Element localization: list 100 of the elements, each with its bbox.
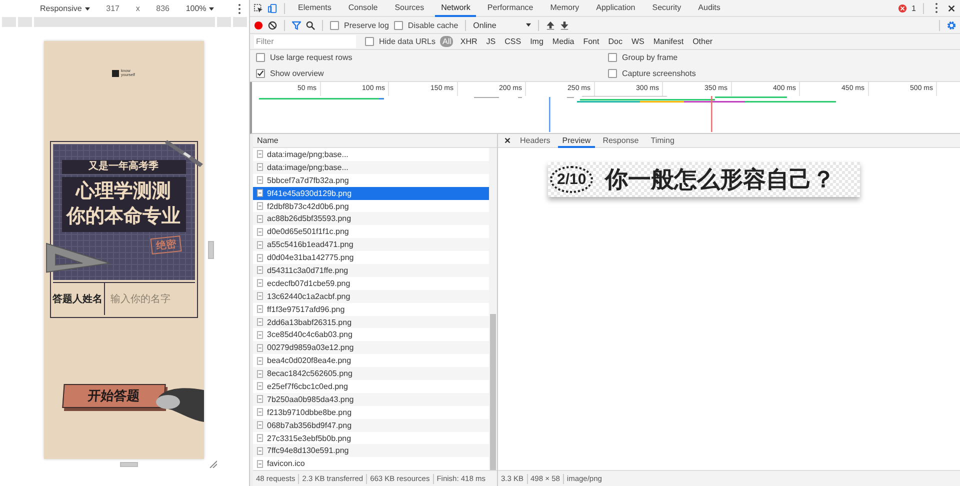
checkbox-label[interactable]: Group by frame — [622, 53, 678, 62]
tab[interactable]: Memory — [544, 0, 586, 16]
file-icon — [257, 330, 263, 339]
resize-handle[interactable] — [208, 241, 214, 259]
filter-type-button[interactable]: WS — [629, 36, 646, 47]
tab[interactable]: Response — [598, 134, 643, 148]
corner-resize-icon[interactable] — [208, 460, 216, 468]
checkbox[interactable] — [256, 53, 265, 62]
request-row[interactable]: ff1f3e97517afd96.png — [253, 302, 489, 316]
tab[interactable]: Timing — [646, 134, 678, 148]
tab[interactable]: Preview — [558, 134, 595, 148]
file-icon — [257, 189, 263, 198]
checkbox[interactable] — [256, 68, 265, 78]
file-icon — [257, 356, 263, 365]
request-row[interactable]: data:image/png;base... — [253, 160, 489, 174]
request-row[interactable]: e25ef7f6cbc1c0ed.png — [253, 380, 489, 393]
scrollbar[interactable] — [489, 148, 497, 470]
filter-type-button[interactable]: Other — [690, 36, 715, 47]
tab[interactable]: Performance — [481, 0, 540, 16]
filter-type-button[interactable]: Font — [581, 36, 602, 47]
checkbox[interactable] — [608, 53, 617, 62]
checkbox-label[interactable]: Use large request rows — [270, 53, 352, 62]
scrollbar-thumb[interactable] — [490, 314, 496, 470]
tab[interactable]: Audits — [692, 0, 726, 16]
request-row[interactable]: 7b250aa0b985da43.png — [253, 392, 489, 406]
request-row[interactable]: f2dbf8b73c42d0b6.png — [253, 200, 489, 212]
checkbox[interactable] — [394, 20, 403, 30]
title-text: 你的本命专业 — [66, 204, 180, 229]
request-row[interactable]: 8ecac1842c562605.png — [253, 367, 489, 380]
checkbox-label[interactable]: Hide data URLs — [379, 37, 436, 46]
zoom-dropdown[interactable]: 100% — [186, 4, 214, 13]
filter-field[interactable]: Filter — [254, 35, 356, 48]
filter-type-button[interactable]: Doc — [606, 36, 624, 47]
close-icon[interactable] — [947, 4, 956, 12]
checkbox-label[interactable]: Disable cache — [408, 20, 458, 30]
request-row[interactable]: 3ce85d40c4c6ab03.png — [253, 328, 489, 342]
request-row[interactable]: data:image/png;base... — [253, 148, 489, 161]
device-toolbar-icon[interactable] — [268, 4, 277, 12]
request-row[interactable]: ecdecfb07d1cbe59.png — [253, 276, 489, 290]
error-count[interactable]: 1 — [912, 4, 916, 12]
request-row[interactable]: 9f41e45a930d129b.png — [253, 186, 489, 200]
request-name: ff1f3e97517afd96.png — [267, 304, 345, 314]
download-icon[interactable] — [560, 20, 570, 30]
filter-icon[interactable] — [292, 20, 301, 30]
request-row[interactable]: d0e0d65e501f1f1c.png — [253, 225, 489, 238]
tab[interactable]: Elements — [292, 0, 338, 16]
checkbox[interactable] — [365, 37, 374, 46]
request-row[interactable]: d54311c3a0d71ffe.png — [253, 264, 489, 277]
request-row[interactable]: 27c3315e3ebf5b0b.png — [253, 432, 489, 444]
settings-icon[interactable] — [947, 20, 956, 30]
request-row[interactable]: favicon.ico — [253, 457, 489, 470]
search-icon[interactable] — [306, 20, 315, 30]
request-name: d0d04e31ba142775.png — [267, 253, 354, 262]
filter-type-button[interactable]: JS — [484, 36, 498, 47]
times-sign: x — [136, 4, 140, 13]
request-row[interactable]: d0d04e31ba142775.png — [253, 251, 489, 264]
request-row[interactable]: f213b9710dbbe8be.png — [253, 406, 489, 419]
throttling-dropdown[interactable]: Online — [473, 20, 532, 30]
file-icon — [257, 163, 263, 172]
record-icon[interactable] — [254, 20, 263, 30]
kicker-text: 又是一年高考季 — [62, 160, 186, 174]
tab[interactable]: Application — [590, 0, 642, 16]
tab[interactable]: Sources — [388, 0, 430, 16]
request-row[interactable]: 2dd6a13babf26315.png — [253, 316, 489, 328]
device-dropdown[interactable]: Responsive — [40, 4, 90, 13]
checkbox[interactable] — [330, 20, 339, 30]
close-icon[interactable] — [503, 136, 512, 145]
file-icon — [257, 395, 263, 404]
file-icon — [257, 150, 263, 158]
checkbox-label[interactable]: Capture screenshots — [622, 68, 696, 78]
request-name: bea4c0d020f8ea4e.png — [267, 356, 352, 366]
checkbox-label[interactable]: Show overview — [270, 68, 324, 78]
filter-type-button[interactable]: XHR — [458, 36, 480, 47]
request-row[interactable]: ac88b26d5bf35593.png — [253, 212, 489, 226]
request-row[interactable]: a55c5416b1ead471.png — [253, 238, 489, 252]
tab[interactable]: Headers — [516, 134, 554, 148]
filter-type-button[interactable]: Img — [528, 36, 546, 47]
checkbox-label[interactable]: Preserve log — [344, 20, 389, 30]
filter-type-button[interactable]: Manifest — [651, 36, 686, 47]
inspect-icon[interactable] — [254, 4, 263, 12]
request-row[interactable]: bea4c0d020f8ea4e.png — [253, 354, 489, 368]
upload-icon[interactable] — [546, 20, 556, 30]
more-options-icon[interactable] — [238, 4, 241, 14]
tab[interactable]: Security — [646, 0, 688, 16]
request-row[interactable]: 00279d9859a03e12.png — [253, 341, 489, 354]
file-icon — [257, 446, 263, 455]
request-row[interactable]: 7ffc94e8d130e591.png — [253, 444, 489, 458]
filter-type-button[interactable]: Media — [550, 36, 576, 47]
request-row[interactable]: 5bbcef7a7d7fb32a.png — [253, 174, 489, 187]
clear-icon[interactable] — [268, 20, 277, 30]
filter-type-button[interactable]: CSS — [502, 36, 524, 47]
column-header[interactable]: Name — [253, 134, 497, 148]
more-options-icon[interactable] — [935, 3, 938, 13]
file-icon — [257, 240, 263, 249]
checkbox[interactable] — [608, 68, 617, 78]
resize-handle[interactable] — [120, 462, 138, 467]
request-row[interactable]: 13c62440c1a2acbf.png — [253, 290, 489, 303]
tab[interactable]: Console — [342, 0, 384, 16]
start-button[interactable]: 开始答题 — [62, 384, 166, 408]
request-row[interactable]: 068b7ab356bd9f47.png — [253, 418, 489, 432]
